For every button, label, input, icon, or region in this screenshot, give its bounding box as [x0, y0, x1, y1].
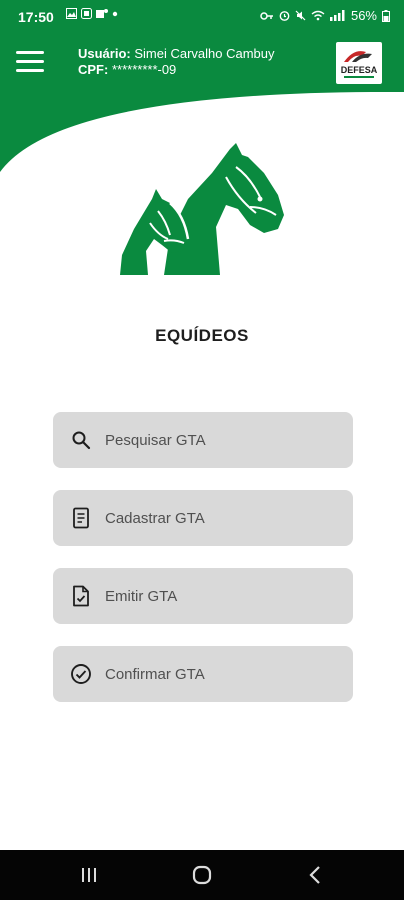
- status-time: 17:50: [18, 9, 54, 25]
- menu-line: [16, 69, 44, 72]
- key-icon: [260, 11, 273, 20]
- recent-apps-button[interactable]: [72, 862, 106, 888]
- defesa-logo: DEFESA: [336, 42, 382, 84]
- pesquisar-gta-button[interactable]: Pesquisar GTA: [53, 412, 353, 468]
- user-row: Usuário: Simei Carvalho Cambuy: [78, 46, 275, 62]
- back-button[interactable]: [298, 862, 332, 888]
- emitir-gta-button[interactable]: Emitir GTA: [53, 568, 353, 624]
- system-nav-bar: [0, 850, 404, 900]
- menu-item-label: Emitir GTA: [105, 587, 178, 605]
- mute-icon: [295, 10, 306, 21]
- alarm-icon: [279, 11, 290, 21]
- search-icon: [69, 428, 93, 452]
- cpf-row: CPF: *********-09: [78, 62, 275, 78]
- app-notification-icon: [81, 8, 92, 19]
- cadastrar-gta-button[interactable]: Cadastrar GTA: [53, 490, 353, 546]
- battery-percentage: 56%: [350, 8, 377, 23]
- teams-icon: [96, 9, 108, 18]
- page-title: EQUÍDEOS: [155, 326, 249, 345]
- menu-item-label: Confirmar GTA: [105, 665, 205, 683]
- document-icon: [69, 506, 93, 530]
- notification-icons: [66, 8, 118, 19]
- dot-icon: [112, 11, 118, 16]
- horses-logo-icon: [120, 143, 284, 275]
- signal-icon: [329, 10, 345, 21]
- home-icon: [192, 865, 212, 885]
- user-label: Usuário:: [78, 46, 131, 61]
- user-info: Usuário: Simei Carvalho Cambuy CPF: ****…: [78, 46, 275, 78]
- status-right: 56%: [260, 8, 390, 23]
- status-bar: 17:50 56%: [0, 0, 404, 34]
- hamburger-menu-button[interactable]: [16, 51, 44, 73]
- check-circle-icon: [69, 662, 93, 686]
- app-header: Usuário: Simei Carvalho Cambuy CPF: ****…: [0, 34, 404, 92]
- wifi-icon: [311, 10, 325, 21]
- back-icon: [309, 866, 320, 884]
- battery-icon: [382, 9, 390, 22]
- file-check-icon: [69, 584, 93, 608]
- menu-item-label: Pesquisar GTA: [105, 431, 206, 449]
- image-icon: [66, 8, 77, 19]
- cpf-label: CPF:: [78, 62, 109, 77]
- menu-line: [16, 60, 44, 63]
- menu-item-label: Cadastrar GTA: [105, 509, 205, 527]
- cpf-value: *********-09: [111, 62, 177, 77]
- action-menu: Pesquisar GTA Cadastrar GTA Emitir GTA C…: [53, 412, 353, 724]
- confirmar-gta-button[interactable]: Confirmar GTA: [53, 646, 353, 702]
- recent-apps-icon: [82, 868, 96, 882]
- logo-text: DEFESA: [341, 65, 378, 75]
- user-name: Simei Carvalho Cambuy: [134, 46, 275, 61]
- menu-line: [16, 51, 44, 54]
- home-button[interactable]: [185, 862, 219, 888]
